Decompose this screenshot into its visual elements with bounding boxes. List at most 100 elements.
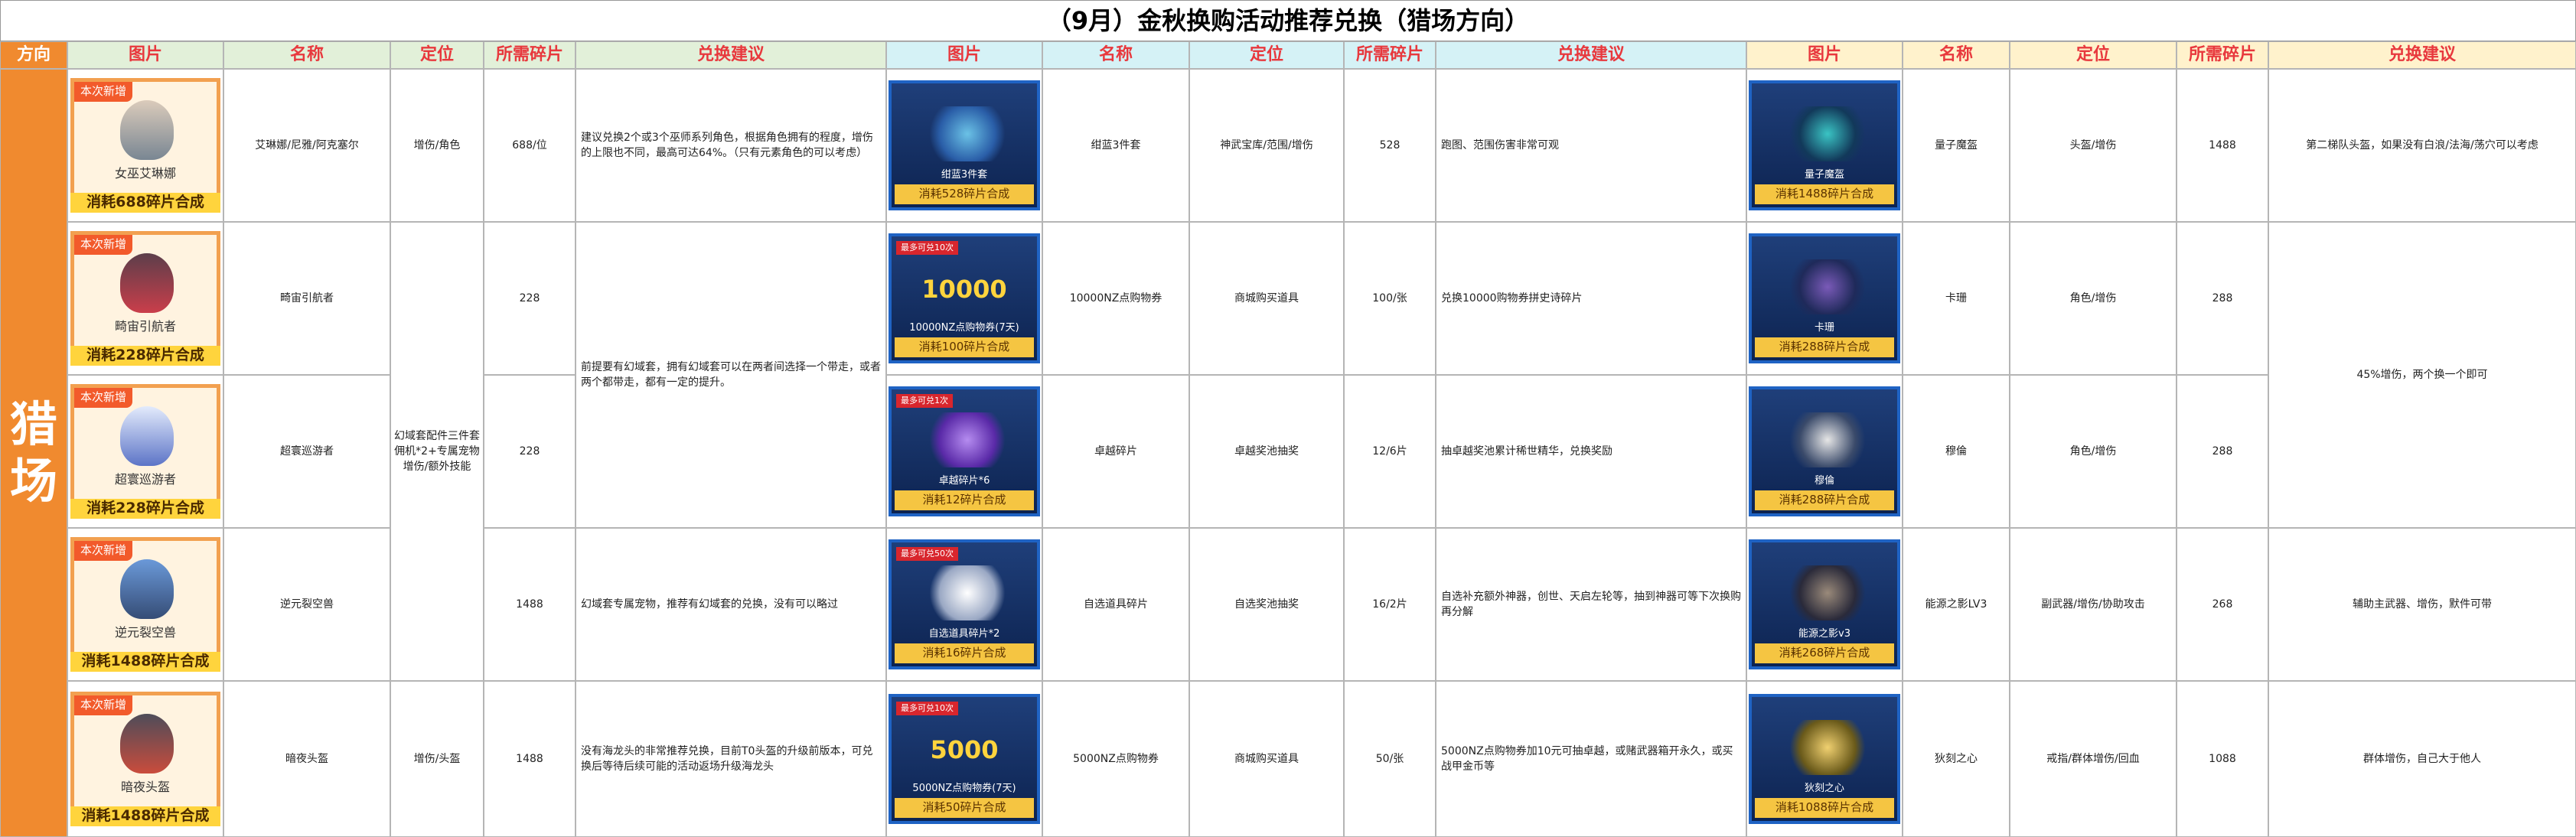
card-cost-footer: 消耗228碎片合成 bbox=[70, 346, 220, 366]
g3-advice: 群体增伤，自己大于他人 bbox=[2268, 681, 2576, 837]
g3-position: 头盔/增伤 bbox=[2010, 69, 2177, 222]
g2-item-card: 绀蓝3件套 消耗528碎片合成 bbox=[886, 69, 1042, 222]
character-portrait-icon bbox=[120, 100, 174, 160]
g2-item-card: 最多可兑50次 自选道具碎片*2 消耗16碎片合成 bbox=[886, 528, 1042, 681]
card-item-name: 自选道具碎片*2 bbox=[928, 628, 1000, 640]
g2-advice: 兑换10000购物券拼史诗碎片 bbox=[1436, 222, 1746, 375]
direction-char-1: 猎 bbox=[9, 396, 57, 452]
voucher-amount: 5000 bbox=[930, 735, 999, 764]
g2-cost: 16/2片 bbox=[1344, 528, 1436, 681]
g3-position: 角色/增伤 bbox=[2010, 222, 2177, 375]
g3-item-card: 能源之影v3 消耗268碎片合成 bbox=[1746, 528, 1903, 681]
limit-tag: 最多可兑10次 bbox=[896, 702, 958, 715]
g2-position: 商城购买道具 bbox=[1189, 681, 1344, 837]
new-badge: 本次新增 bbox=[74, 388, 133, 408]
g3-item-card: 狄刻之心 消耗1088碎片合成 bbox=[1746, 681, 1903, 837]
g1-cost: 1488 bbox=[484, 528, 576, 681]
g1-cost: 228 bbox=[484, 222, 576, 375]
crystal-icon bbox=[925, 565, 1009, 620]
header-g3-cost: 所需碎片 bbox=[2177, 41, 2268, 69]
g2-cost: 528 bbox=[1344, 69, 1436, 222]
g1-item-card: 本次新增 女巫艾琳娜 消耗688碎片合成 bbox=[67, 69, 223, 222]
header-g3-advice: 兑换建议 bbox=[2268, 41, 2576, 69]
header-g2-position: 定位 bbox=[1189, 41, 1344, 69]
card-cost-footer: 消耗288碎片合成 bbox=[1755, 490, 1894, 510]
g3-item-card: 穆倫 消耗288碎片合成 bbox=[1746, 375, 1903, 528]
g1-advice: 建议兑换2个或3个巫师系列角色，根据角色拥有的程度，增伤的上限也不同，最高可达6… bbox=[576, 69, 886, 222]
g3-item-card: 量子魔盔 消耗1488碎片合成 bbox=[1746, 69, 1903, 222]
g1-item-card: 本次新增 畸宙引航者 消耗228碎片合成 bbox=[67, 222, 223, 375]
g1-name: 畸宙引航者 bbox=[223, 222, 390, 375]
card-item-name: 暗夜头盔 bbox=[120, 780, 170, 794]
g2-name: 10000NZ点购物券 bbox=[1042, 222, 1189, 375]
g2-name: 卓越碎片 bbox=[1042, 375, 1189, 528]
pistol-icon bbox=[1785, 565, 1870, 620]
g1-name: 暗夜头盔 bbox=[223, 681, 390, 837]
g1-name: 艾琳娜/尼雅/阿克塞尔 bbox=[223, 69, 390, 222]
weapon-set-icon bbox=[925, 106, 1009, 161]
ring-icon bbox=[1785, 720, 1870, 775]
header-g2-cost: 所需碎片 bbox=[1344, 41, 1436, 69]
card-item-name: 女巫艾琳娜 bbox=[114, 166, 176, 181]
g1-item-card: 本次新增 暗夜头盔 消耗1488碎片合成 bbox=[67, 681, 223, 837]
helmet-icon bbox=[1785, 106, 1870, 161]
g3-position: 副武器/增伤/协助攻击 bbox=[2010, 528, 2177, 681]
g3-item-card: 卡珊 消耗288碎片合成 bbox=[1746, 222, 1903, 375]
g2-position: 自选奖池抽奖 bbox=[1189, 528, 1344, 681]
drone-icon bbox=[120, 253, 174, 313]
card-cost-footer: 消耗688碎片合成 bbox=[70, 193, 220, 213]
g2-cost: 50/张 bbox=[1344, 681, 1436, 837]
g2-cost: 100/张 bbox=[1344, 222, 1436, 375]
header-g2-name: 名称 bbox=[1042, 41, 1189, 69]
g2-item-card: 最多可兑10次 5000 5000NZ点购物券(7天) 消耗50碎片合成 bbox=[886, 681, 1042, 837]
header-g3-image: 图片 bbox=[1746, 41, 1903, 69]
card-item-name: 10000NZ点购物券(7天) bbox=[909, 322, 1019, 334]
header-direction: 方向 bbox=[0, 41, 67, 69]
g3-cost: 1488 bbox=[2177, 69, 2268, 222]
g1-cost: 688/位 bbox=[484, 69, 576, 222]
limit-tag: 最多可兑50次 bbox=[896, 547, 958, 561]
card-item-name: 量子魔盔 bbox=[1804, 169, 1844, 181]
g3-name: 穆倫 bbox=[1903, 375, 2010, 528]
g1-item-card: 本次新增 逆元裂空兽 消耗1488碎片合成 bbox=[67, 528, 223, 681]
g2-name: 5000NZ点购物券 bbox=[1042, 681, 1189, 837]
header-g3-name: 名称 bbox=[1903, 41, 2010, 69]
header-g1-image: 图片 bbox=[67, 41, 223, 69]
card-cost-footer: 消耗1488碎片合成 bbox=[1755, 184, 1894, 204]
drone-icon bbox=[120, 406, 174, 466]
new-badge: 本次新增 bbox=[74, 235, 133, 255]
g1-position: 增伤/头盔 bbox=[390, 681, 484, 837]
card-item-name: 绀蓝3件套 bbox=[941, 169, 988, 181]
card-item-name: 逆元裂空兽 bbox=[114, 625, 176, 640]
header-g2-advice: 兑换建议 bbox=[1436, 41, 1746, 69]
g3-advice-merged: 45%增伤，两个换一个即可 bbox=[2268, 222, 2576, 528]
g2-item-card: 最多可兑10次 10000 10000NZ点购物券(7天) 消耗100碎片合成 bbox=[886, 222, 1042, 375]
g1-advice-merged: 前提要有幻域套，拥有幻域套可以在两者间选择一个带走，或者两个都带走，都有一定的提… bbox=[576, 222, 886, 528]
sheet-title: （9月）金秋换购活动推荐兑换（猎场方向） bbox=[0, 0, 2576, 41]
card-cost-footer: 消耗288碎片合成 bbox=[1755, 337, 1894, 357]
g3-name: 量子魔盔 bbox=[1903, 69, 2010, 222]
g2-advice: 自选补充额外神器，创世、天启左轮等，抽到神器可等下次换购再分解 bbox=[1436, 528, 1746, 681]
new-badge: 本次新增 bbox=[74, 82, 133, 102]
g2-advice: 5000NZ点购物券加10元可抽卓越，或赌武器箱开永久，或买战甲金币等 bbox=[1436, 681, 1746, 837]
header-g1-name: 名称 bbox=[223, 41, 390, 69]
character-portrait-icon bbox=[1785, 259, 1870, 314]
g1-position-merged: 幻域套配件三件套 佣机*2+专属宠物 增伤/额外技能 bbox=[390, 222, 484, 681]
crystal-icon bbox=[925, 412, 1009, 467]
new-badge: 本次新增 bbox=[74, 541, 133, 561]
card-item-name: 5000NZ点购物券(7天) bbox=[912, 783, 1016, 794]
card-cost-footer: 消耗1488碎片合成 bbox=[70, 652, 220, 672]
header-g1-position: 定位 bbox=[390, 41, 484, 69]
g3-position: 戒指/群体增伤/回血 bbox=[2010, 681, 2177, 837]
header-g1-advice: 兑换建议 bbox=[576, 41, 886, 69]
g3-name: 能源之影LV3 bbox=[1903, 528, 2010, 681]
g1-name: 超寰巡游者 bbox=[223, 375, 390, 528]
card-item-name: 能源之影v3 bbox=[1798, 628, 1850, 640]
header-g3-position: 定位 bbox=[2010, 41, 2177, 69]
limit-tag: 最多可兑10次 bbox=[896, 241, 958, 255]
g1-advice: 幻域套专属宠物，推荐有幻域套的兑换，没有可以略过 bbox=[576, 528, 886, 681]
direction-label: 猎 场 bbox=[0, 69, 67, 837]
card-cost-footer: 消耗528碎片合成 bbox=[895, 184, 1034, 204]
header-g2-image: 图片 bbox=[886, 41, 1042, 69]
g2-name: 绀蓝3件套 bbox=[1042, 69, 1189, 222]
